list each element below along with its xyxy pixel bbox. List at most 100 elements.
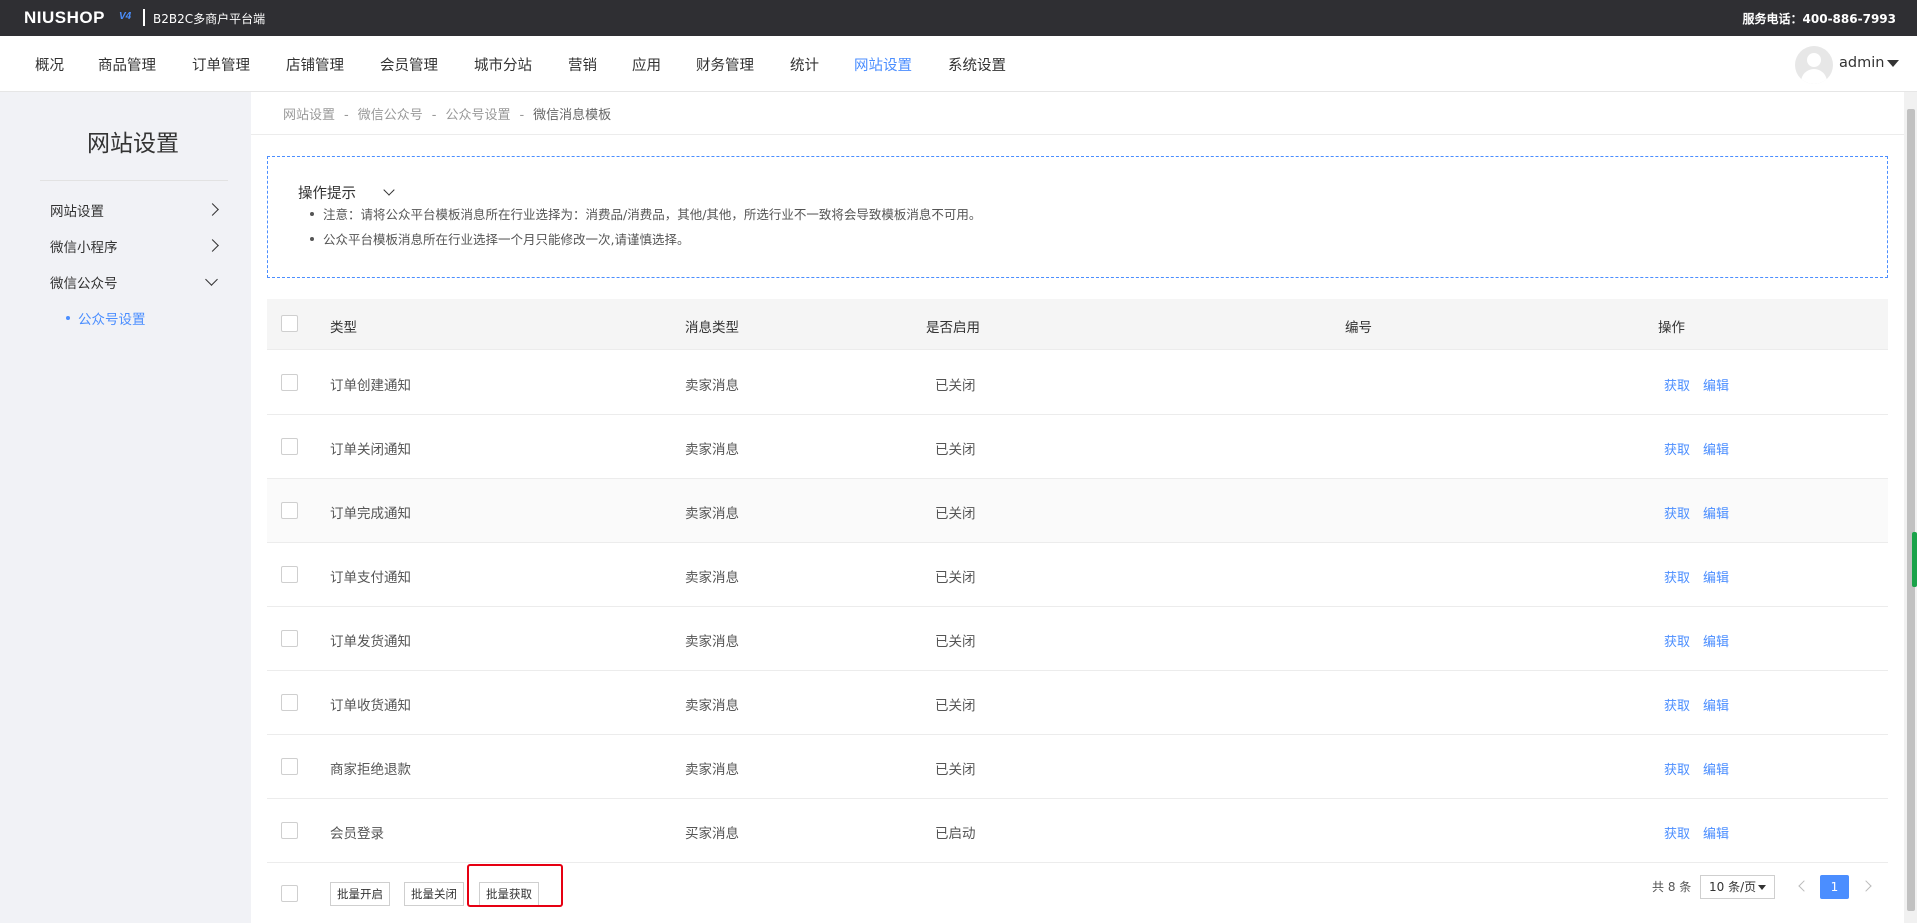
scrollbar[interactable] [1904, 92, 1917, 923]
cell-status: 已关闭 [935, 442, 976, 458]
col-header-enabled: 是否启用 [926, 320, 980, 336]
row-checkbox[interactable] [281, 502, 298, 519]
cell-msg-type: 卖家消息 [685, 570, 739, 586]
batch-open-button[interactable]: 批量开启 [330, 882, 390, 906]
breadcrumb-sep: - [431, 108, 437, 123]
edit-link[interactable]: 编辑 [1703, 695, 1729, 714]
highlight-box [467, 864, 563, 907]
nav-item-system-settings[interactable]: 系统设置 [948, 54, 1006, 75]
chevron-down-icon[interactable] [383, 184, 395, 196]
sidebar-divider [40, 180, 228, 181]
page-size-select[interactable]: 10 条/页 [1700, 875, 1775, 899]
fetch-link[interactable]: 获取 [1664, 375, 1690, 394]
fetch-link[interactable]: 获取 [1664, 439, 1690, 458]
row-checkbox[interactable] [281, 694, 298, 711]
top-bar: NIUSHOP V4 B2B2C多商户平台端 服务电话：400-886-7993 [0, 0, 1917, 36]
nav-item-finance[interactable]: 财务管理 [696, 54, 754, 75]
nav-item-apps[interactable]: 应用 [632, 54, 661, 75]
side-widget-tab[interactable] [1912, 532, 1917, 587]
fetch-link[interactable]: 获取 [1664, 503, 1690, 522]
logo: NIUSHOP [24, 8, 105, 27]
nav-item-stores[interactable]: 店铺管理 [286, 54, 344, 75]
cell-msg-type: 买家消息 [685, 826, 739, 842]
tip-line: 公众平台模板消息所在行业选择一个月只能修改一次,请谨慎选择。 [323, 232, 690, 247]
logo-version: V4 [119, 11, 132, 22]
table-row: 订单支付通知 卖家消息 已关闭 获取 编辑 [267, 543, 1888, 607]
cell-msg-type: 卖家消息 [685, 506, 739, 522]
fetch-link[interactable]: 获取 [1664, 631, 1690, 650]
nav-item-orders[interactable]: 订单管理 [192, 54, 250, 75]
chevron-down-icon[interactable] [205, 273, 218, 286]
table-row: 订单创建通知 卖家消息 已关闭 获取 编辑 [267, 351, 1888, 415]
breadcrumb-item[interactable]: 公众号设置 [445, 108, 510, 123]
edit-link[interactable]: 编辑 [1703, 375, 1729, 394]
user-name[interactable]: admin [1839, 55, 1884, 71]
cell-status: 已关闭 [935, 762, 976, 778]
sidebar-sub-item-official-settings[interactable]: 公众号设置 [78, 308, 146, 328]
edit-link[interactable]: 编辑 [1703, 503, 1729, 522]
avatar-body [1801, 69, 1827, 84]
nav-item-site-settings[interactable]: 网站设置 [854, 54, 912, 75]
tips-panel: 操作提示 注意：请将公众平台模板消息所在行业选择为：消费品/消费品，其他/其他，… [267, 156, 1888, 278]
nav-item-city-sites[interactable]: 城市分站 [474, 54, 532, 75]
cell-msg-type: 卖家消息 [685, 378, 739, 394]
edit-link[interactable]: 编辑 [1703, 631, 1729, 650]
row-checkbox[interactable] [281, 630, 298, 647]
edit-link[interactable]: 编辑 [1703, 567, 1729, 586]
edit-link[interactable]: 编辑 [1703, 823, 1729, 842]
table-row: 商家拒绝退款 卖家消息 已关闭 获取 编辑 [267, 735, 1888, 799]
table-row: 订单收货通知 卖家消息 已关闭 获取 编辑 [267, 671, 1888, 735]
cell-status: 已关闭 [935, 698, 976, 714]
cell-status: 已启动 [935, 826, 976, 842]
edit-link[interactable]: 编辑 [1703, 439, 1729, 458]
scrollbar-thumb[interactable] [1907, 109, 1915, 911]
main-nav: 概况 商品管理 订单管理 店铺管理 会员管理 城市分站 营销 应用 财务管理 统… [0, 36, 1917, 92]
select-all-checkbox[interactable] [281, 315, 298, 332]
col-header-actions: 操作 [1658, 320, 1685, 336]
sidebar-item-wechat-miniprogram[interactable]: 微信小程序 [50, 236, 118, 256]
caret-down-icon[interactable] [1887, 60, 1899, 67]
tips-title[interactable]: 操作提示 [298, 182, 356, 203]
active-dot-icon [66, 316, 70, 320]
sidebar-item-site-settings[interactable]: 网站设置 [50, 200, 104, 220]
page-number[interactable]: 1 [1820, 875, 1849, 899]
sidebar-item-wechat-official[interactable]: 微信公众号 [50, 272, 118, 292]
bullet-icon [310, 212, 314, 216]
breadcrumb-item[interactable]: 微信公众号 [358, 108, 423, 123]
cell-type: 订单关闭通知 [330, 442, 411, 458]
breadcrumb-item[interactable]: 网站设置 [283, 108, 335, 123]
caret-down-icon [1758, 885, 1766, 890]
table-row: 会员登录 买家消息 已启动 获取 编辑 [267, 799, 1888, 863]
table-row: 订单发货通知 卖家消息 已关闭 获取 编辑 [267, 607, 1888, 671]
row-checkbox[interactable] [281, 374, 298, 391]
page-size-value: 10 条/页 [1709, 880, 1757, 894]
edit-link[interactable]: 编辑 [1703, 759, 1729, 778]
row-checkbox[interactable] [281, 438, 298, 455]
service-phone: 服务电话：400-886-7993 [1742, 12, 1896, 26]
main-content: 网站设置 - 微信公众号 - 公众号设置 - 微信消息模板 操作提示 注意：请将公众平台模板… [251, 92, 1904, 923]
breadcrumb: 网站设置 - 微信公众号 - 公众号设置 - 微信消息模板 [283, 104, 611, 123]
nav-item-members[interactable]: 会员管理 [380, 54, 438, 75]
fetch-link[interactable]: 获取 [1664, 823, 1690, 842]
row-checkbox[interactable] [281, 822, 298, 839]
footer-select-all-checkbox[interactable] [281, 885, 298, 902]
chevron-right-icon[interactable] [206, 203, 219, 216]
batch-close-button[interactable]: 批量关闭 [404, 882, 464, 906]
platform-name: B2B2C多商户平台端 [153, 12, 266, 26]
chevron-right-icon[interactable] [206, 239, 219, 252]
cell-status: 已关闭 [935, 378, 976, 394]
nav-item-stats[interactable]: 统计 [790, 54, 819, 75]
fetch-link[interactable]: 获取 [1664, 759, 1690, 778]
nav-item-marketing[interactable]: 营销 [568, 54, 597, 75]
row-checkbox[interactable] [281, 758, 298, 775]
avatar[interactable] [1795, 46, 1833, 84]
cell-type: 商家拒绝退款 [330, 762, 411, 778]
fetch-link[interactable]: 获取 [1664, 567, 1690, 586]
nav-item-goods[interactable]: 商品管理 [98, 54, 156, 75]
fetch-link[interactable]: 获取 [1664, 695, 1690, 714]
row-checkbox[interactable] [281, 566, 298, 583]
avatar-head [1807, 53, 1821, 67]
breadcrumb-current: 微信消息模板 [533, 108, 612, 123]
cell-type: 订单支付通知 [330, 570, 411, 586]
nav-item-overview[interactable]: 概况 [35, 54, 64, 75]
